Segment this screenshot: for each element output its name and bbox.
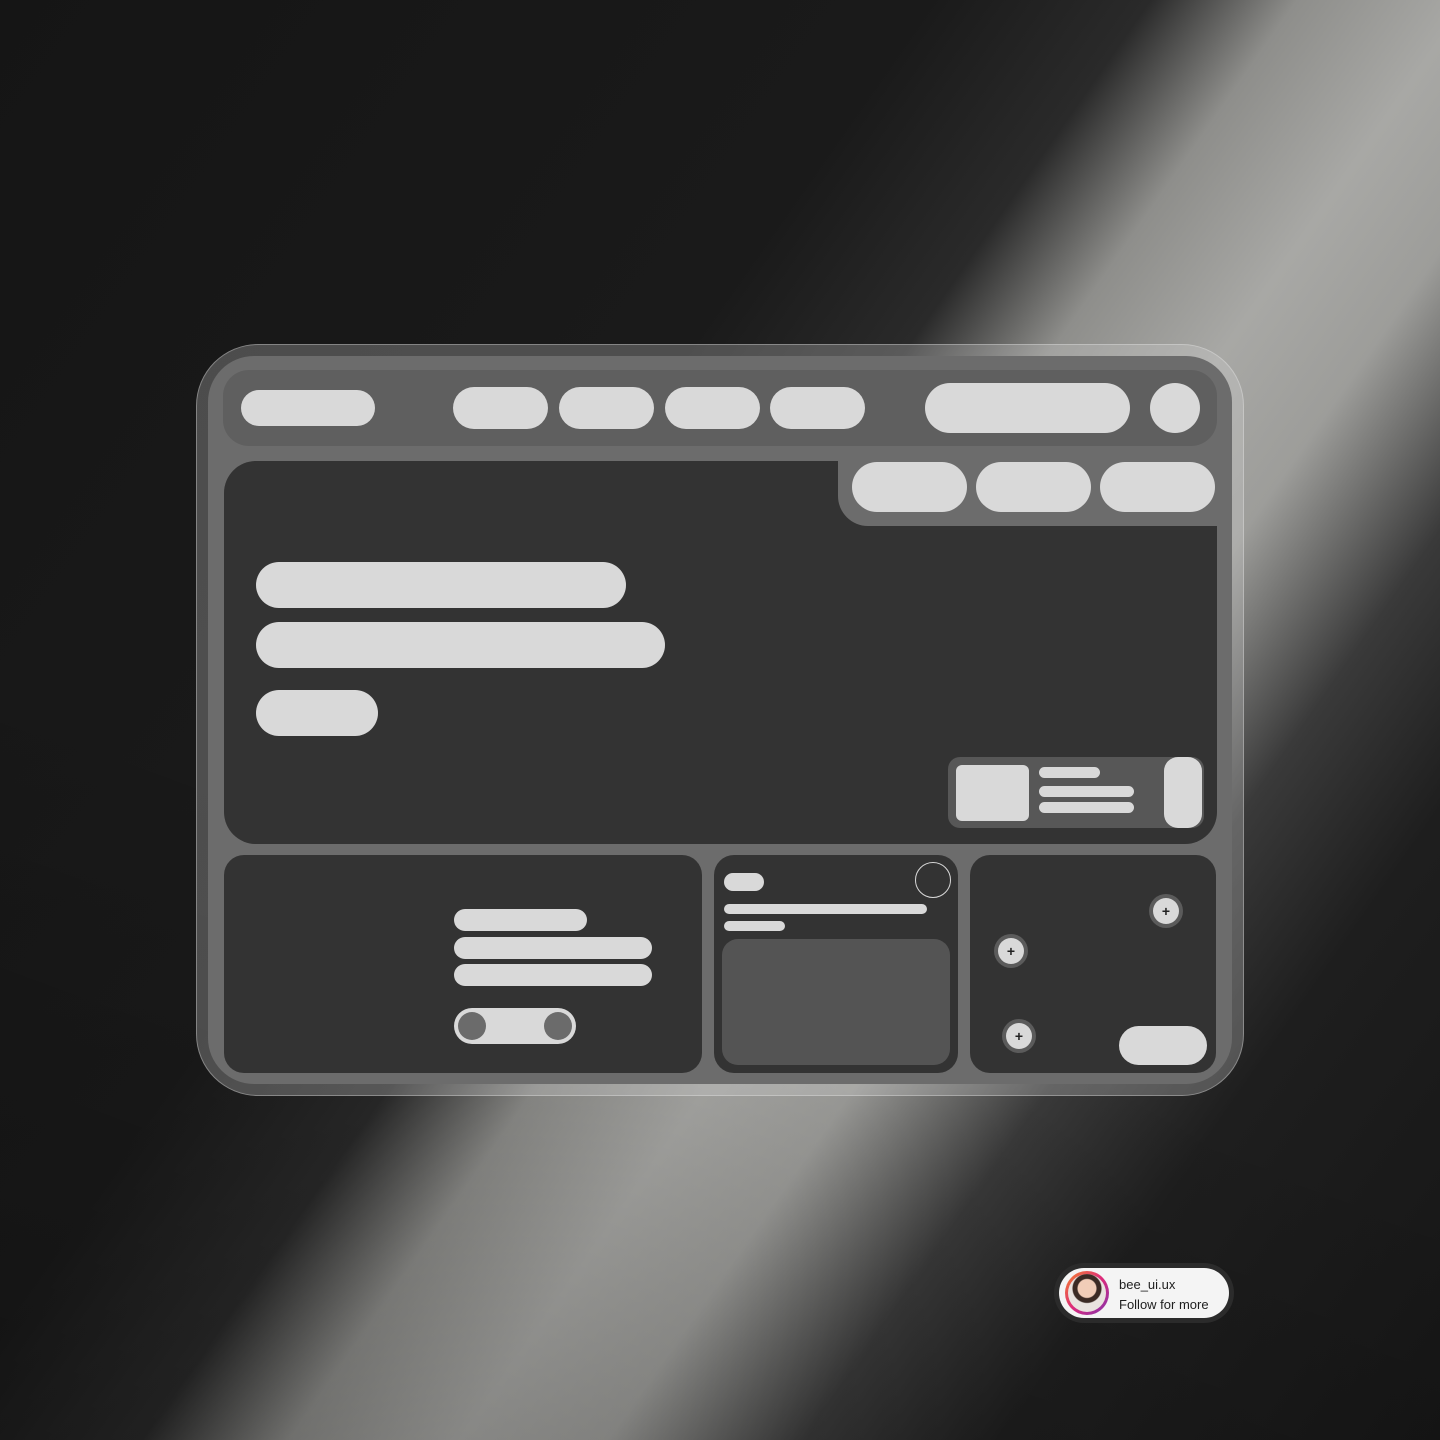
hero-headline-line-1 <box>256 562 626 608</box>
media-text-line-2 <box>1039 802 1134 813</box>
hotspot-plus-button-3[interactable]: + <box>1002 1019 1036 1053</box>
card-subtitle-line <box>724 921 785 931</box>
logo-placeholder[interactable] <box>241 390 375 426</box>
media-text-line-1 <box>1039 786 1134 797</box>
media-title-line <box>1039 767 1100 778</box>
toggle-switch[interactable] <box>454 1008 576 1044</box>
creator-badge[interactable]: bee_ui.ux Follow for more <box>1054 1263 1234 1323</box>
card-image-placeholder <box>722 939 950 1065</box>
plus-icon: + <box>998 938 1024 964</box>
card-title-line <box>724 904 927 914</box>
hotspot-plus-button-2[interactable]: + <box>994 934 1028 968</box>
hero-cta-button[interactable] <box>256 690 378 736</box>
hero-tab-1[interactable] <box>852 462 967 512</box>
card-radio-icon[interactable] <box>915 862 951 898</box>
toggle-knob-right <box>544 1012 572 1040</box>
media-thumbnail <box>956 765 1029 821</box>
creator-username: bee_ui.ux <box>1119 1277 1176 1292</box>
hero-tab-3[interactable] <box>1100 462 1215 512</box>
nav-item-2[interactable] <box>559 387 654 429</box>
nav-item-4[interactable] <box>770 387 865 429</box>
avatar-face <box>1068 1274 1106 1312</box>
hotspot-plus-button-1[interactable]: + <box>1149 894 1183 928</box>
creator-badge-inner: bee_ui.ux Follow for more <box>1059 1268 1229 1318</box>
media-play-button[interactable] <box>1164 757 1202 828</box>
settings-text-line-2 <box>454 964 652 986</box>
card-tag <box>724 873 764 891</box>
follow-cta-text: Follow for more <box>1119 1297 1209 1312</box>
hero-tab-2[interactable] <box>976 462 1091 512</box>
nav-item-3[interactable] <box>665 387 760 429</box>
hero-headline-line-2 <box>256 622 665 668</box>
nav-item-1[interactable] <box>453 387 548 429</box>
settings-text-line-1 <box>454 937 652 959</box>
plus-icon: + <box>1006 1023 1032 1049</box>
plus-icon: + <box>1153 898 1179 924</box>
profile-photo-icon <box>1065 1271 1109 1315</box>
settings-title-line <box>454 909 587 931</box>
search-bar[interactable] <box>925 383 1130 433</box>
toggle-knob-left <box>458 1012 486 1040</box>
profile-avatar-button[interactable] <box>1150 383 1200 433</box>
panel-action-button[interactable] <box>1119 1026 1207 1065</box>
